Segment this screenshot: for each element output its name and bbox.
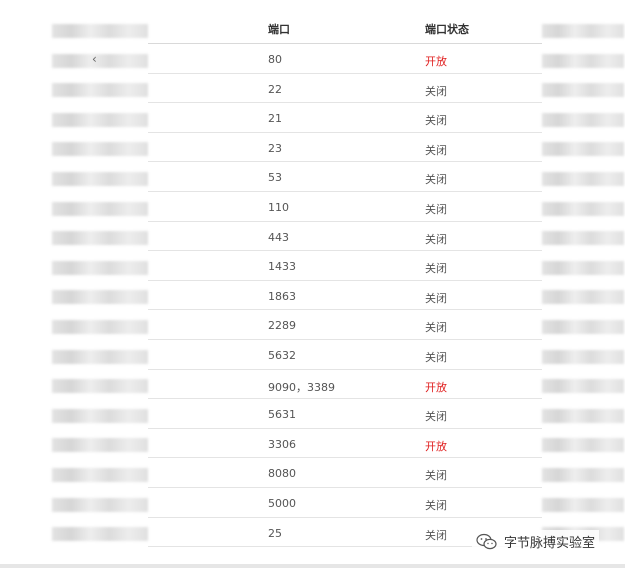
redacted-block: [542, 172, 624, 186]
status-closed: 关闭: [425, 528, 447, 542]
port-number: 8080: [268, 467, 296, 481]
status-closed: 关闭: [425, 469, 447, 483]
header-port: 端口: [268, 23, 290, 36]
table-row: 1433 关闭: [148, 251, 542, 281]
redacted-block: [542, 260, 624, 275]
redacted-block: [542, 83, 624, 98]
table-body: 80 开放 22 关闭 21 关闭 23 关闭 53 关闭 110 关闭 443 关闭 1433 关闭 1863…: [148, 44, 542, 548]
status-closed: 关闭: [425, 173, 447, 187]
redacted-block: [542, 24, 624, 38]
table-row: 5000 关闭: [148, 488, 542, 518]
table-row: 110 关闭: [148, 192, 542, 222]
redacted-block: [52, 290, 148, 305]
port-status-table: 端口 端口状态 80 开放 22 关闭 21 关闭 23 关闭 53 关闭 110 关闭 443 关闭 14…: [148, 14, 542, 548]
redacted-block: [52, 83, 148, 98]
table-row: 3306 开放: [148, 429, 542, 459]
redacted-block: [52, 379, 148, 394]
redacted-block: [52, 497, 148, 512]
header-status: 端口状态: [425, 23, 469, 36]
redacted-block: [542, 53, 624, 68]
wechat-icon: [476, 533, 497, 549]
redacted-block: [52, 408, 148, 423]
port-number: 5631: [268, 408, 296, 422]
redacted-block: [542, 468, 624, 482]
redacted-block: [542, 231, 624, 246]
port-number: 5000: [268, 496, 296, 510]
redacted-block: [52, 260, 148, 275]
redacted-block: [52, 53, 148, 68]
status-closed: 关闭: [425, 291, 447, 305]
redacted-block: [52, 142, 148, 157]
table-row: 23 关闭: [148, 133, 542, 163]
redacted-block: [52, 320, 148, 334]
port-number: 80: [268, 53, 282, 66]
table-row: 2289 关闭: [148, 310, 542, 340]
status-closed: 关闭: [425, 498, 447, 512]
port-number: 9090，3389: [268, 380, 335, 394]
redacted-block: [52, 468, 148, 482]
table-row: 22 关闭: [148, 74, 542, 104]
watermark: 字节脉搏实验室: [472, 530, 600, 553]
table-header: 端口 端口状态: [148, 14, 542, 44]
redacted-block: [542, 379, 624, 394]
table-row: 53 关闭: [148, 162, 542, 192]
port-number: 21: [268, 112, 282, 126]
redacted-block: [542, 408, 624, 423]
redacted-block: [52, 349, 148, 364]
port-number: 443: [268, 230, 289, 244]
redacted-block: [52, 24, 148, 38]
redacted-block: [52, 231, 148, 246]
port-number: 1433: [268, 260, 296, 274]
redacted-block: [52, 438, 148, 453]
status-closed: 关闭: [425, 143, 447, 157]
status-open: 开放: [425, 439, 447, 453]
table-row: 443 关闭: [148, 222, 542, 252]
status-closed: 关闭: [425, 84, 447, 98]
redacted-block: [542, 438, 624, 453]
redacted-block: [52, 112, 148, 127]
redacted-block: [542, 142, 624, 157]
table-row: 1863 关闭: [148, 281, 542, 311]
table-row: 5631 关闭: [148, 399, 542, 429]
port-number: 23: [268, 141, 282, 155]
port-number: 53: [268, 171, 282, 185]
redacted-block: [542, 349, 624, 364]
status-open: 开放: [425, 55, 447, 68]
back-chevron-icon[interactable]: ‹: [92, 52, 97, 66]
status-closed: 关闭: [425, 202, 447, 216]
redacted-block: [542, 290, 624, 305]
status-closed: 关闭: [425, 262, 447, 276]
status-closed: 关闭: [425, 350, 447, 364]
watermark-text: 字节脉搏实验室: [504, 536, 596, 551]
page: ‹ 端口 端口状态 80 开放 22 关闭 21 关闭 23 关闭 53 关闭 110 关闭 443 关闭…: [0, 0, 625, 568]
table-row: 9090，3389 开放: [148, 370, 542, 400]
port-number: 5632: [268, 348, 296, 362]
table-row: 5632 关闭: [148, 340, 542, 370]
port-number: 22: [268, 82, 282, 96]
status-closed: 关闭: [425, 232, 447, 246]
port-number: 110: [268, 200, 289, 214]
table-row: 21 关闭: [148, 103, 542, 133]
redacted-block: [542, 320, 624, 334]
redacted-block: [52, 201, 148, 216]
port-number: 1863: [268, 289, 296, 303]
port-number: 3306: [268, 437, 296, 451]
table-row: 80 开放: [148, 44, 542, 74]
bottom-bar: [0, 564, 625, 568]
redacted-block: [52, 172, 148, 186]
table-row: 8080 关闭: [148, 458, 542, 488]
status-closed: 关闭: [425, 321, 447, 335]
redacted-block: [542, 201, 624, 216]
port-number: 25: [268, 526, 282, 540]
status-closed: 关闭: [425, 114, 447, 128]
status-open: 开放: [425, 380, 447, 394]
redacted-block: [542, 497, 624, 512]
redacted-block: [542, 112, 624, 127]
port-number: 2289: [268, 319, 296, 333]
redacted-block: [52, 527, 148, 542]
status-closed: 关闭: [425, 410, 447, 424]
